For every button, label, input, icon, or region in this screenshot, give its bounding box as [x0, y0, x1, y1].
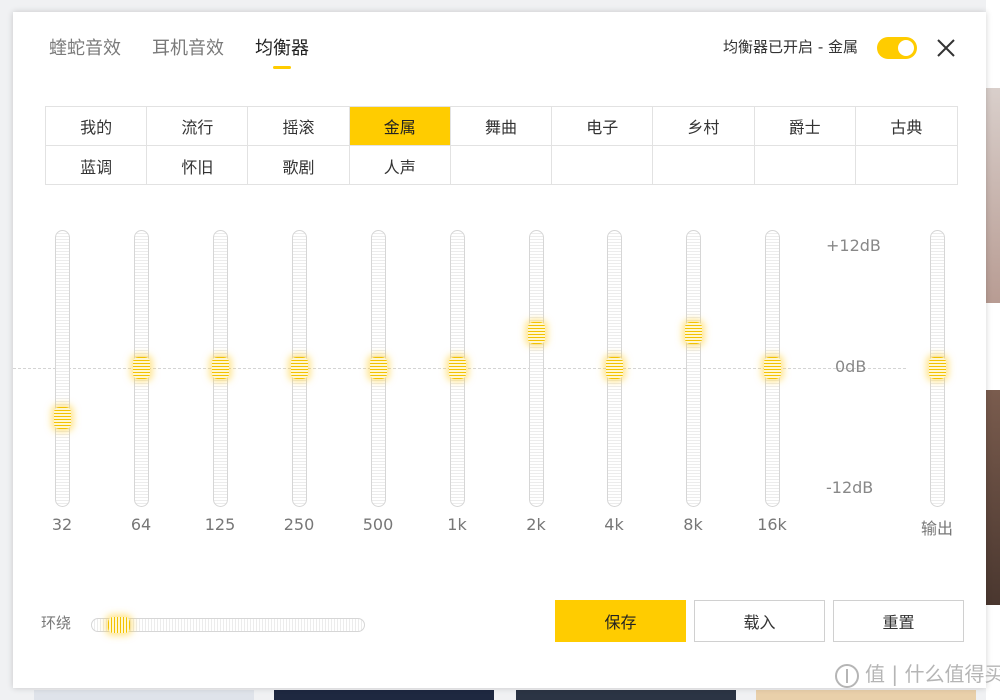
band-32-track[interactable] [55, 230, 70, 507]
band-4k-slider[interactable] [606, 230, 623, 507]
band-8k-label: 8k [683, 515, 703, 534]
band-64-thumb[interactable] [133, 357, 150, 379]
background-image [986, 390, 1000, 605]
band-500-slider[interactable] [370, 230, 387, 507]
band-500-thumb[interactable] [370, 357, 387, 379]
background-thumbnail [516, 690, 736, 700]
watermark-logo-icon [835, 663, 859, 688]
band-8k-thumb[interactable] [685, 321, 702, 344]
load-button[interactable]: 载入 [694, 600, 825, 642]
surround-slider[interactable] [91, 617, 365, 633]
band-250-thumb[interactable] [291, 357, 308, 379]
band-1k-thumb[interactable] [449, 357, 466, 379]
band-1k-label: 1k [447, 515, 467, 534]
watermark: 值 | 什么值得买 [835, 658, 1000, 688]
band-2k-thumb[interactable] [528, 321, 545, 344]
band-500-label: 500 [362, 515, 394, 534]
band-16k-slider[interactable] [764, 230, 781, 507]
reset-button[interactable]: 重置 [833, 600, 964, 642]
background-image [986, 88, 1000, 303]
band-32-label: 32 [51, 515, 73, 534]
output-label: 输出 [920, 519, 953, 538]
save-button[interactable]: 保存 [555, 600, 686, 642]
band-16k-thumb[interactable] [764, 357, 781, 379]
band-250-slider[interactable] [291, 230, 308, 507]
db-label-max: +12dB [826, 236, 881, 255]
equalizer-panel: +12dB 0dB -12dB 32 64 125 250 500 1k 2k 4k 8k 16k… [13, 12, 986, 688]
band-250-label: 250 [283, 515, 315, 534]
band-4k-thumb[interactable] [606, 357, 623, 379]
sound-effects-dialog: 蝰蛇音效 耳机音效 均衡器 均衡器已开启 - 金属 我的 流行 摇滚 金属 舞曲 电子 乡村… [13, 12, 986, 688]
db-label-min: -12dB [826, 478, 874, 497]
db-label-zero: 0dB [835, 357, 867, 376]
watermark-text: 值 | 什么值得买 [865, 662, 1000, 686]
surround-label: 环绕 [41, 614, 72, 632]
band-4k-label: 4k [604, 515, 624, 534]
surround-slider-thumb[interactable] [108, 617, 131, 633]
band-125-thumb[interactable] [212, 357, 229, 379]
output-slider[interactable] [929, 230, 946, 507]
band-32-thumb[interactable] [54, 407, 71, 430]
band-64-slider[interactable] [133, 230, 150, 507]
band-32-slider[interactable] [54, 230, 71, 507]
band-8k-slider[interactable] [685, 230, 702, 507]
band-2k-label: 2k [526, 515, 546, 534]
output-thumb[interactable] [929, 357, 946, 379]
band-1k-slider[interactable] [449, 230, 466, 507]
background-thumbnail [756, 690, 976, 700]
band-2k-track[interactable] [529, 230, 544, 507]
band-125-label: 125 [204, 515, 236, 534]
band-125-slider[interactable] [212, 230, 229, 507]
background-thumbnail [274, 690, 494, 700]
band-8k-track[interactable] [686, 230, 701, 507]
background-thumbnail [34, 690, 254, 700]
band-16k-label: 16k [757, 515, 787, 534]
band-64-label: 64 [130, 515, 152, 534]
band-2k-slider[interactable] [528, 230, 545, 507]
